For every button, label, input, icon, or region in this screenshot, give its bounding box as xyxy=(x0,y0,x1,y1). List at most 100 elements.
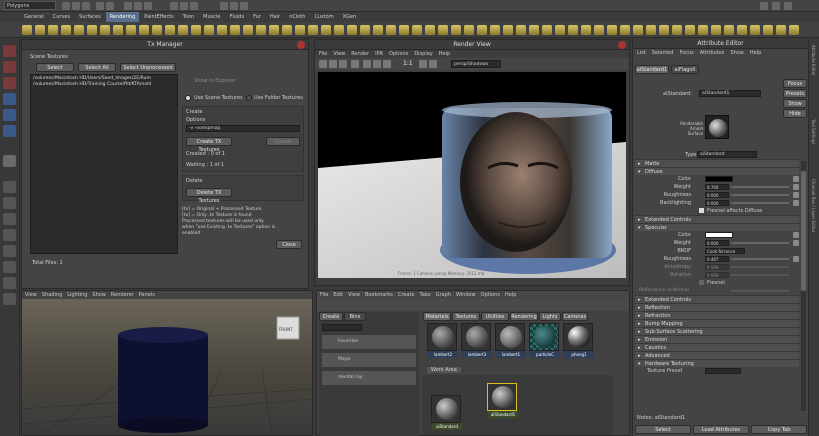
tab-aiflags[interactable]: aiFlagsX xyxy=(671,65,699,74)
close-icon[interactable] xyxy=(618,41,626,49)
menu-shading[interactable]: Shading xyxy=(42,291,62,299)
shelf-tool-icon[interactable] xyxy=(35,25,45,35)
shelf-tool-icon[interactable] xyxy=(399,25,409,35)
roughness-field[interactable]: 0.000 xyxy=(705,192,729,198)
spec-weight-field[interactable]: 0.000 xyxy=(705,240,729,246)
material-swatch[interactable]: lambert2 xyxy=(427,323,458,358)
weight-slider[interactable] xyxy=(731,186,789,188)
shelf-tool-icon[interactable] xyxy=(451,25,461,35)
anisotropy-slider[interactable] xyxy=(731,266,789,268)
tab-utilities[interactable]: Utilities xyxy=(481,312,509,321)
shelf-tool-icon[interactable] xyxy=(204,25,214,35)
outliner-layout-icon[interactable] xyxy=(3,229,16,241)
shelf-tool-icon[interactable] xyxy=(659,25,669,35)
menu-renderer[interactable]: Renderer xyxy=(111,291,134,299)
section-reflection[interactable]: Reflection xyxy=(635,303,799,312)
section-refraction[interactable]: Refraction xyxy=(635,311,799,320)
ipr-render-icon[interactable] xyxy=(230,2,238,10)
rotation-slider[interactable] xyxy=(731,274,789,276)
shelf-tab-painteffects[interactable]: PaintEffects xyxy=(140,12,177,22)
shelf-tool-icon[interactable] xyxy=(334,25,344,35)
presets-button[interactable]: Presets xyxy=(783,89,807,98)
shelf-tool-icon[interactable] xyxy=(789,25,799,35)
shelf-tool-icon[interactable] xyxy=(555,25,565,35)
menu-show[interactable]: Show xyxy=(730,49,744,58)
create-category-item[interactable]: Favorites xyxy=(322,335,416,349)
shelf-tool-icon[interactable] xyxy=(698,25,708,35)
menu-view[interactable]: View xyxy=(25,291,37,299)
section-hardware-texturing[interactable]: Hardware Texturing xyxy=(635,359,799,368)
menu-attributes[interactable]: Attributes xyxy=(700,49,725,58)
work-area-tab[interactable]: Work Area xyxy=(427,367,461,373)
section-bump-mapping[interactable]: Bump Mapping xyxy=(635,319,799,328)
render-image[interactable]: Frame: 1 Camera: persp Memory: 3512 mb xyxy=(318,72,626,278)
move-tool-icon[interactable] xyxy=(3,93,16,105)
script-layout-icon[interactable] xyxy=(3,293,16,305)
section-extended-controls[interactable]: Extended Controls xyxy=(635,215,799,224)
shelf-tool-icon[interactable] xyxy=(516,25,526,35)
shelf-tool-icon[interactable] xyxy=(217,25,227,35)
region-render-icon[interactable] xyxy=(351,60,359,68)
shelf-tool-icon[interactable] xyxy=(607,25,617,35)
texture-file-list[interactable]: /volumes/Macintosh HD/Users/Saed_Images/… xyxy=(30,74,178,254)
shelf-tab-hair[interactable]: Hair xyxy=(266,12,284,22)
shelf-tool-icon[interactable] xyxy=(295,25,305,35)
options-input[interactable]: -v -nomipmap xyxy=(186,125,300,132)
shelf-tool-icon[interactable] xyxy=(594,25,604,35)
fresnel-diffuse-checkbox[interactable] xyxy=(699,208,704,213)
show-button[interactable]: Show xyxy=(783,99,807,108)
menu-file[interactable]: File xyxy=(319,50,327,58)
select-all-button[interactable]: Select All xyxy=(78,63,116,72)
shelf-tool-icon[interactable] xyxy=(581,25,591,35)
shelf-tool-icon[interactable] xyxy=(763,25,773,35)
shelf-tab-toon[interactable]: Toon xyxy=(179,12,199,22)
shelf-tool-icon[interactable] xyxy=(425,25,435,35)
tab-lights[interactable]: Lights xyxy=(539,312,561,321)
map-button[interactable] xyxy=(793,184,799,190)
select-tool-icon[interactable] xyxy=(3,45,16,57)
map-button[interactable] xyxy=(793,240,799,246)
texture-preset-dropdown[interactable] xyxy=(705,368,741,374)
menu-edit[interactable]: Edit xyxy=(333,291,343,299)
shelf-tool-icon[interactable] xyxy=(737,25,747,35)
shelf-tab-ncloth[interactable]: nCloth xyxy=(285,12,309,22)
menu-ipr[interactable]: IPR xyxy=(375,50,383,58)
menu-graph[interactable]: Graph xyxy=(436,291,451,299)
tab-aistandard1[interactable]: aiStandard1 xyxy=(635,65,669,74)
menu-file[interactable]: File xyxy=(320,291,328,299)
hypershade-layout-icon[interactable] xyxy=(3,261,16,273)
camera-dropdown[interactable]: persp/Shadows xyxy=(451,60,501,68)
viewport-canvas[interactable]: FRONT xyxy=(22,299,312,435)
backlighting-slider[interactable] xyxy=(731,202,789,204)
shelf-tool-icon[interactable] xyxy=(113,25,123,35)
fresnel-diffuse-row[interactable]: Fresnel affects Diffuse xyxy=(635,207,799,215)
shelf-tool-icon[interactable] xyxy=(74,25,84,35)
shelf-tool-icon[interactable] xyxy=(243,25,253,35)
tx-manager-titlebar[interactable]: Tx Manager xyxy=(22,40,308,50)
open-scene-icon[interactable] xyxy=(72,2,80,10)
shelf-tool-icon[interactable] xyxy=(48,25,58,35)
menu-focus[interactable]: Focus xyxy=(679,49,693,58)
four-view-layout-icon[interactable] xyxy=(3,197,16,209)
shelf-tool-icon[interactable] xyxy=(464,25,474,35)
section-specular[interactable]: Specular xyxy=(635,223,799,232)
shelf-tool-icon[interactable] xyxy=(152,25,162,35)
ae-scrollbar[interactable] xyxy=(801,161,806,411)
shelf-tab-xgen[interactable]: XGen xyxy=(339,12,361,22)
select-button[interactable]: Select xyxy=(36,63,74,72)
close-icon[interactable] xyxy=(297,41,305,49)
section-ext-specular[interactable]: Extended Controls xyxy=(635,295,799,304)
scale-tool-icon[interactable] xyxy=(3,125,16,137)
menu-panels[interactable]: Panels xyxy=(139,291,155,299)
map-button[interactable] xyxy=(793,200,799,206)
shelf-tool-icon[interactable] xyxy=(633,25,643,35)
menu-window[interactable]: Window xyxy=(456,291,476,299)
ipr-icon[interactable] xyxy=(329,60,337,68)
shelf-tool-icon[interactable] xyxy=(126,25,136,35)
delete-tx-button[interactable]: Delete TX Textures xyxy=(186,188,232,204)
keep-image-icon[interactable] xyxy=(419,60,427,68)
tab-textures[interactable]: Textures xyxy=(452,312,480,321)
shelf-tool-icon[interactable] xyxy=(282,25,292,35)
redo-render-icon[interactable] xyxy=(319,60,327,68)
cancel-button[interactable]: Cancel xyxy=(266,137,300,146)
